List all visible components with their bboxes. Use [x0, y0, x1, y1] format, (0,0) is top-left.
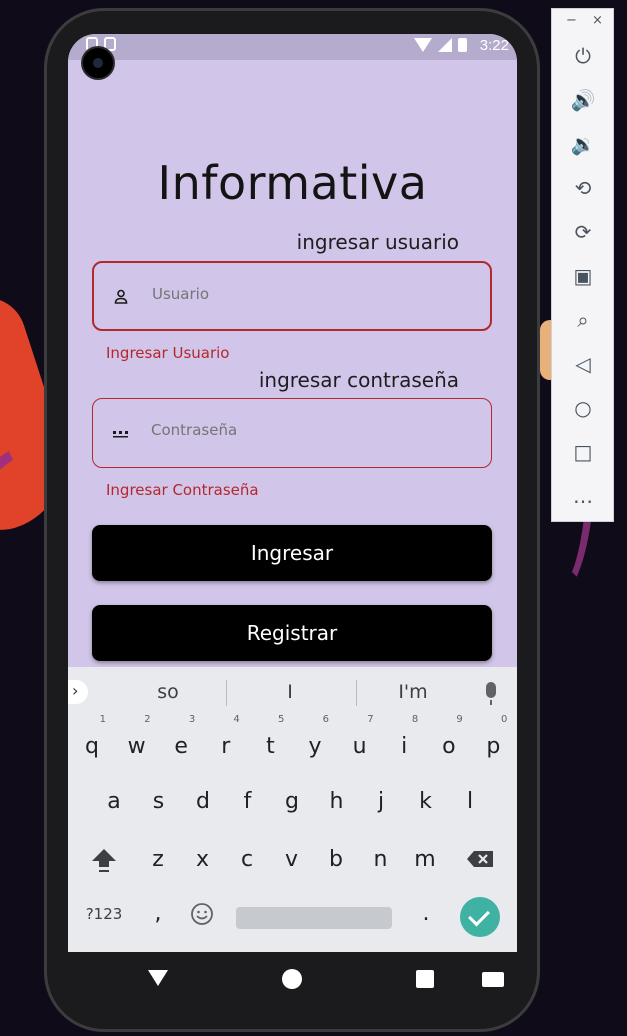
zoom-icon[interactable]: ⌕: [570, 307, 596, 333]
key-v[interactable]: v: [270, 837, 314, 883]
chevron-right-icon: ›: [72, 681, 79, 700]
key-y[interactable]: 6y: [293, 714, 337, 770]
soft-keyboard: › so I I'm 1q2w3e4r5t6y7u8i9o0p asdfghjk…: [68, 667, 517, 952]
status-time: 3:22: [479, 37, 509, 54]
key-hint: 9: [456, 714, 463, 725]
more-icon[interactable]: …: [570, 483, 596, 509]
username-field[interactable]: [92, 261, 492, 331]
key-i[interactable]: 8i: [382, 714, 426, 770]
key-s[interactable]: s: [137, 779, 181, 825]
home-icon[interactable]: ○: [570, 395, 596, 421]
key-e[interactable]: 3e: [159, 714, 203, 770]
key-n[interactable]: n: [359, 837, 403, 883]
shift-key[interactable]: [82, 837, 126, 883]
overview-icon[interactable]: □: [570, 439, 596, 465]
suggestion[interactable]: I: [225, 681, 355, 703]
rotate-left-icon[interactable]: ⟲: [570, 175, 596, 201]
person-icon: [114, 289, 128, 304]
close-button[interactable]: ×: [592, 13, 603, 28]
status-icons: [414, 38, 467, 52]
enter-key[interactable]: [460, 897, 500, 937]
key-hint: 0: [501, 714, 508, 725]
page-title: Informativa: [157, 156, 428, 210]
suggestion[interactable]: I'm: [348, 681, 478, 703]
key-c[interactable]: c: [225, 837, 269, 883]
key-b[interactable]: b: [314, 837, 358, 883]
key-z[interactable]: z: [136, 837, 180, 883]
volume-up-icon[interactable]: 🔊: [570, 87, 596, 113]
key-u[interactable]: 7u: [338, 714, 382, 770]
microphone-icon[interactable]: [486, 682, 496, 705]
password-dots-icon: [113, 431, 128, 438]
app-screen: 3:22 Informativa ingresar usuario Ingres…: [68, 34, 517, 952]
key-hint: 5: [278, 714, 285, 725]
password-error: Ingresar Contraseña: [106, 481, 259, 499]
password-field[interactable]: [92, 398, 492, 468]
key-f[interactable]: f: [226, 779, 270, 825]
rotate-right-icon[interactable]: ⟳: [570, 219, 596, 245]
minimize-button[interactable]: −: [566, 13, 577, 28]
key-q[interactable]: 1q: [70, 714, 114, 770]
key-hint: 8: [411, 714, 419, 725]
username-error: Ingresar Usuario: [106, 344, 230, 362]
key-g[interactable]: g: [270, 779, 314, 825]
emoji-key[interactable]: [180, 891, 224, 937]
power-icon[interactable]: ⏻: [570, 43, 596, 69]
back-nav-icon[interactable]: [148, 970, 168, 986]
toolbar-window-controls: − ×: [552, 13, 615, 33]
sd-card-icon: [104, 37, 116, 51]
username-input[interactable]: [152, 285, 472, 303]
emulator-toolbar: − × ⏻ 🔊 🔉 ⟲ ⟳ ▣ ⌕ ◁ ○ □ …: [551, 8, 614, 522]
key-hint: 1: [99, 714, 106, 725]
home-nav-icon[interactable]: [282, 969, 302, 989]
key-l[interactable]: l: [448, 779, 492, 825]
key-a[interactable]: a: [92, 779, 136, 825]
suggestion[interactable]: so: [103, 681, 233, 703]
key-p[interactable]: 0p: [471, 714, 515, 770]
key-hint: 3: [188, 714, 196, 725]
password-caption: ingresar contraseña: [258, 368, 459, 392]
key-hint: 7: [367, 714, 374, 725]
key-t[interactable]: 5t: [248, 714, 292, 770]
symbols-key[interactable]: ?123: [82, 891, 126, 937]
key-hint: 6: [322, 714, 329, 725]
key-hint: 4: [233, 714, 240, 725]
wifi-icon: [414, 38, 432, 52]
status-bar: 3:22: [68, 34, 517, 60]
comma-key[interactable]: ,: [136, 891, 180, 937]
user-caption: ingresar usuario: [296, 230, 459, 254]
key-x[interactable]: x: [181, 837, 225, 883]
key-k[interactable]: k: [404, 779, 448, 825]
key-h[interactable]: h: [315, 779, 359, 825]
emoji-icon: [191, 903, 213, 925]
key-d[interactable]: d: [181, 779, 225, 825]
login-button[interactable]: Ingresar: [92, 525, 492, 581]
recents-nav-icon[interactable]: [416, 970, 434, 988]
suggestion-strip: › so I I'm: [68, 667, 517, 717]
key-j[interactable]: j: [359, 779, 403, 825]
key-m[interactable]: m: [403, 837, 447, 883]
shift-icon: [92, 849, 116, 872]
key-o[interactable]: 9o: [427, 714, 471, 770]
backspace-icon: [467, 851, 493, 867]
key-w[interactable]: 2w: [115, 714, 159, 770]
signal-icon: [438, 38, 452, 52]
period-key[interactable]: .: [404, 891, 448, 937]
key-hint: 2: [144, 714, 151, 725]
navigation-bar: [68, 952, 517, 1008]
password-input[interactable]: [151, 421, 471, 439]
battery-icon: [458, 38, 467, 52]
back-icon[interactable]: ◁: [570, 351, 596, 377]
key-r[interactable]: 4r: [204, 714, 248, 770]
backspace-key[interactable]: [458, 837, 502, 883]
register-button[interactable]: Registrar: [92, 605, 492, 661]
keyboard-switch-icon[interactable]: [482, 972, 504, 987]
volume-down-icon[interactable]: 🔉: [570, 131, 596, 157]
expand-suggestions-button[interactable]: ›: [68, 680, 88, 704]
spacebar[interactable]: [236, 907, 392, 929]
camera-icon[interactable]: ▣: [570, 263, 596, 289]
front-camera: [83, 48, 113, 78]
